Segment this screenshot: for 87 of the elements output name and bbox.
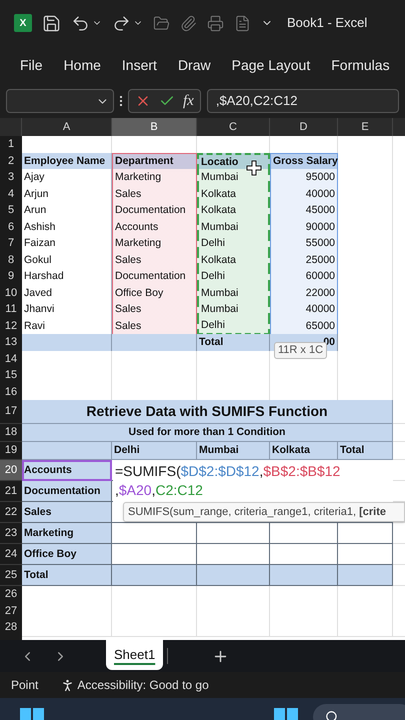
table-cell xyxy=(338,565,393,586)
table-cell: Ajay xyxy=(22,169,112,186)
row-header[interactable]: 18 xyxy=(0,424,22,442)
menu-tab[interactable]: Draw xyxy=(178,54,211,76)
menu-tab[interactable]: Insert xyxy=(122,54,157,76)
table-cell: Total xyxy=(22,565,112,586)
formula-field[interactable]: ,$A20,C2:C12 xyxy=(206,89,399,113)
table-cell: 95000 xyxy=(270,169,338,186)
table-cell: Kolkata xyxy=(197,202,270,220)
table-cell: Marketing xyxy=(112,169,197,186)
table-cell: Documentation xyxy=(112,202,197,220)
folder-icon[interactable] xyxy=(153,14,170,32)
row-header[interactable]: 1 xyxy=(0,136,22,154)
row-header[interactable]: 24 xyxy=(0,544,22,565)
menu-tab[interactable]: Formulas xyxy=(331,54,390,76)
table-cell: Documentation xyxy=(22,481,112,502)
table-cell: Mumbai xyxy=(197,301,270,318)
table-cell: 60000 xyxy=(270,268,338,286)
formula-text: ,$A20,C2:C12 xyxy=(115,481,204,500)
function-tooltip: SUMIFS(sum_range, criteria_range1, criteria1, [crite xyxy=(123,502,405,522)
window-title: Book1 - Excel xyxy=(287,14,368,32)
row-header[interactable]: 19 xyxy=(0,442,22,460)
menu-tab[interactable]: File xyxy=(20,54,43,76)
table-cell xyxy=(270,523,338,544)
table-cell: 55000 xyxy=(270,235,338,252)
row-header[interactable]: 26 xyxy=(0,586,22,604)
search-icon xyxy=(325,710,339,720)
table-cell: 40000 xyxy=(270,301,338,318)
table-cell: Harshad xyxy=(22,268,112,286)
table-cell: Marketing xyxy=(112,235,197,252)
sheet-tab[interactable]: Sheet1 xyxy=(106,640,164,670)
table-subtitle: Used for more than 1 Condition xyxy=(22,424,393,442)
function-button[interactable]: fx xyxy=(183,90,194,112)
row-header[interactable]: 5 xyxy=(0,202,22,220)
table-cell: Jhanvi xyxy=(22,301,112,318)
row-header[interactable]: 9 xyxy=(0,268,22,286)
table-cell: Sales xyxy=(112,301,197,318)
row-header[interactable]: 11 xyxy=(0,301,22,318)
table-cell: Faizan xyxy=(22,235,112,252)
row-header[interactable]: 15 xyxy=(0,367,22,384)
menu-tab[interactable]: Page Layout xyxy=(232,54,310,76)
printer-icon[interactable] xyxy=(207,14,224,32)
table-cell xyxy=(270,619,338,636)
selection-size-tooltip: 11R x 1C xyxy=(274,342,328,359)
move-cursor-icon xyxy=(246,160,262,176)
undo-icon[interactable] xyxy=(71,14,90,32)
table-title: Retrieve Data with SUMIFS Function xyxy=(22,400,393,424)
table-cell: Kolkata xyxy=(270,442,338,460)
table-cell: Marketing xyxy=(22,523,112,544)
table-cell: Office Boy xyxy=(22,544,112,565)
table-cell: Total xyxy=(197,334,270,352)
row-header[interactable]: 25 xyxy=(0,565,22,586)
row-header[interactable]: 7 xyxy=(0,235,22,252)
document-icon[interactable] xyxy=(234,14,251,32)
table-cell: Delhi xyxy=(197,235,270,252)
row-header[interactable]: 20 xyxy=(0,460,22,481)
redo-icon[interactable] xyxy=(112,14,131,32)
app-logo: X xyxy=(14,14,32,32)
table-cell: Delhi xyxy=(112,442,197,460)
row-header[interactable]: 21 xyxy=(0,481,22,502)
table-cell: Sales xyxy=(22,502,112,523)
table-cell: Accounts xyxy=(22,460,112,481)
column-header[interactable]: B xyxy=(112,118,197,136)
row-header[interactable]: 28 xyxy=(0,619,22,636)
table-cell xyxy=(270,544,338,565)
row-header[interactable]: 23 xyxy=(0,523,22,544)
status-mode: Point xyxy=(11,677,38,694)
table-cell: Mumbai xyxy=(197,169,270,186)
start-icon[interactable] xyxy=(274,708,298,720)
table-cell: 45000 xyxy=(270,202,338,220)
row-header[interactable]: 22 xyxy=(0,502,22,523)
formula-text: =SUMIFS($D$2:$D$12,$B$2:$B$12 xyxy=(115,462,342,481)
table-cell xyxy=(270,565,338,586)
table-cell: Delhi xyxy=(197,268,270,286)
start-icon[interactable] xyxy=(20,708,44,720)
row-header[interactable]: 17 xyxy=(0,400,22,424)
menu-tab[interactable]: Home xyxy=(64,54,101,76)
table-cell: Documentation xyxy=(112,268,197,286)
row-header[interactable]: 3 xyxy=(0,169,22,186)
table-cell: Total xyxy=(338,442,393,460)
save-icon[interactable] xyxy=(42,14,61,32)
attachment-icon[interactable] xyxy=(180,14,197,32)
table-cell: Mumbai xyxy=(197,442,270,460)
cell-editor[interactable]: =SUMIFS($D$2:$D$12,$B$2:$B$12 ,$A20,C2:C12 xyxy=(113,460,393,502)
accessibility-status[interactable]: Accessibility: Good to go xyxy=(77,676,209,694)
row-header[interactable]: 13 xyxy=(0,334,22,352)
table-cell: Arun xyxy=(22,202,112,220)
